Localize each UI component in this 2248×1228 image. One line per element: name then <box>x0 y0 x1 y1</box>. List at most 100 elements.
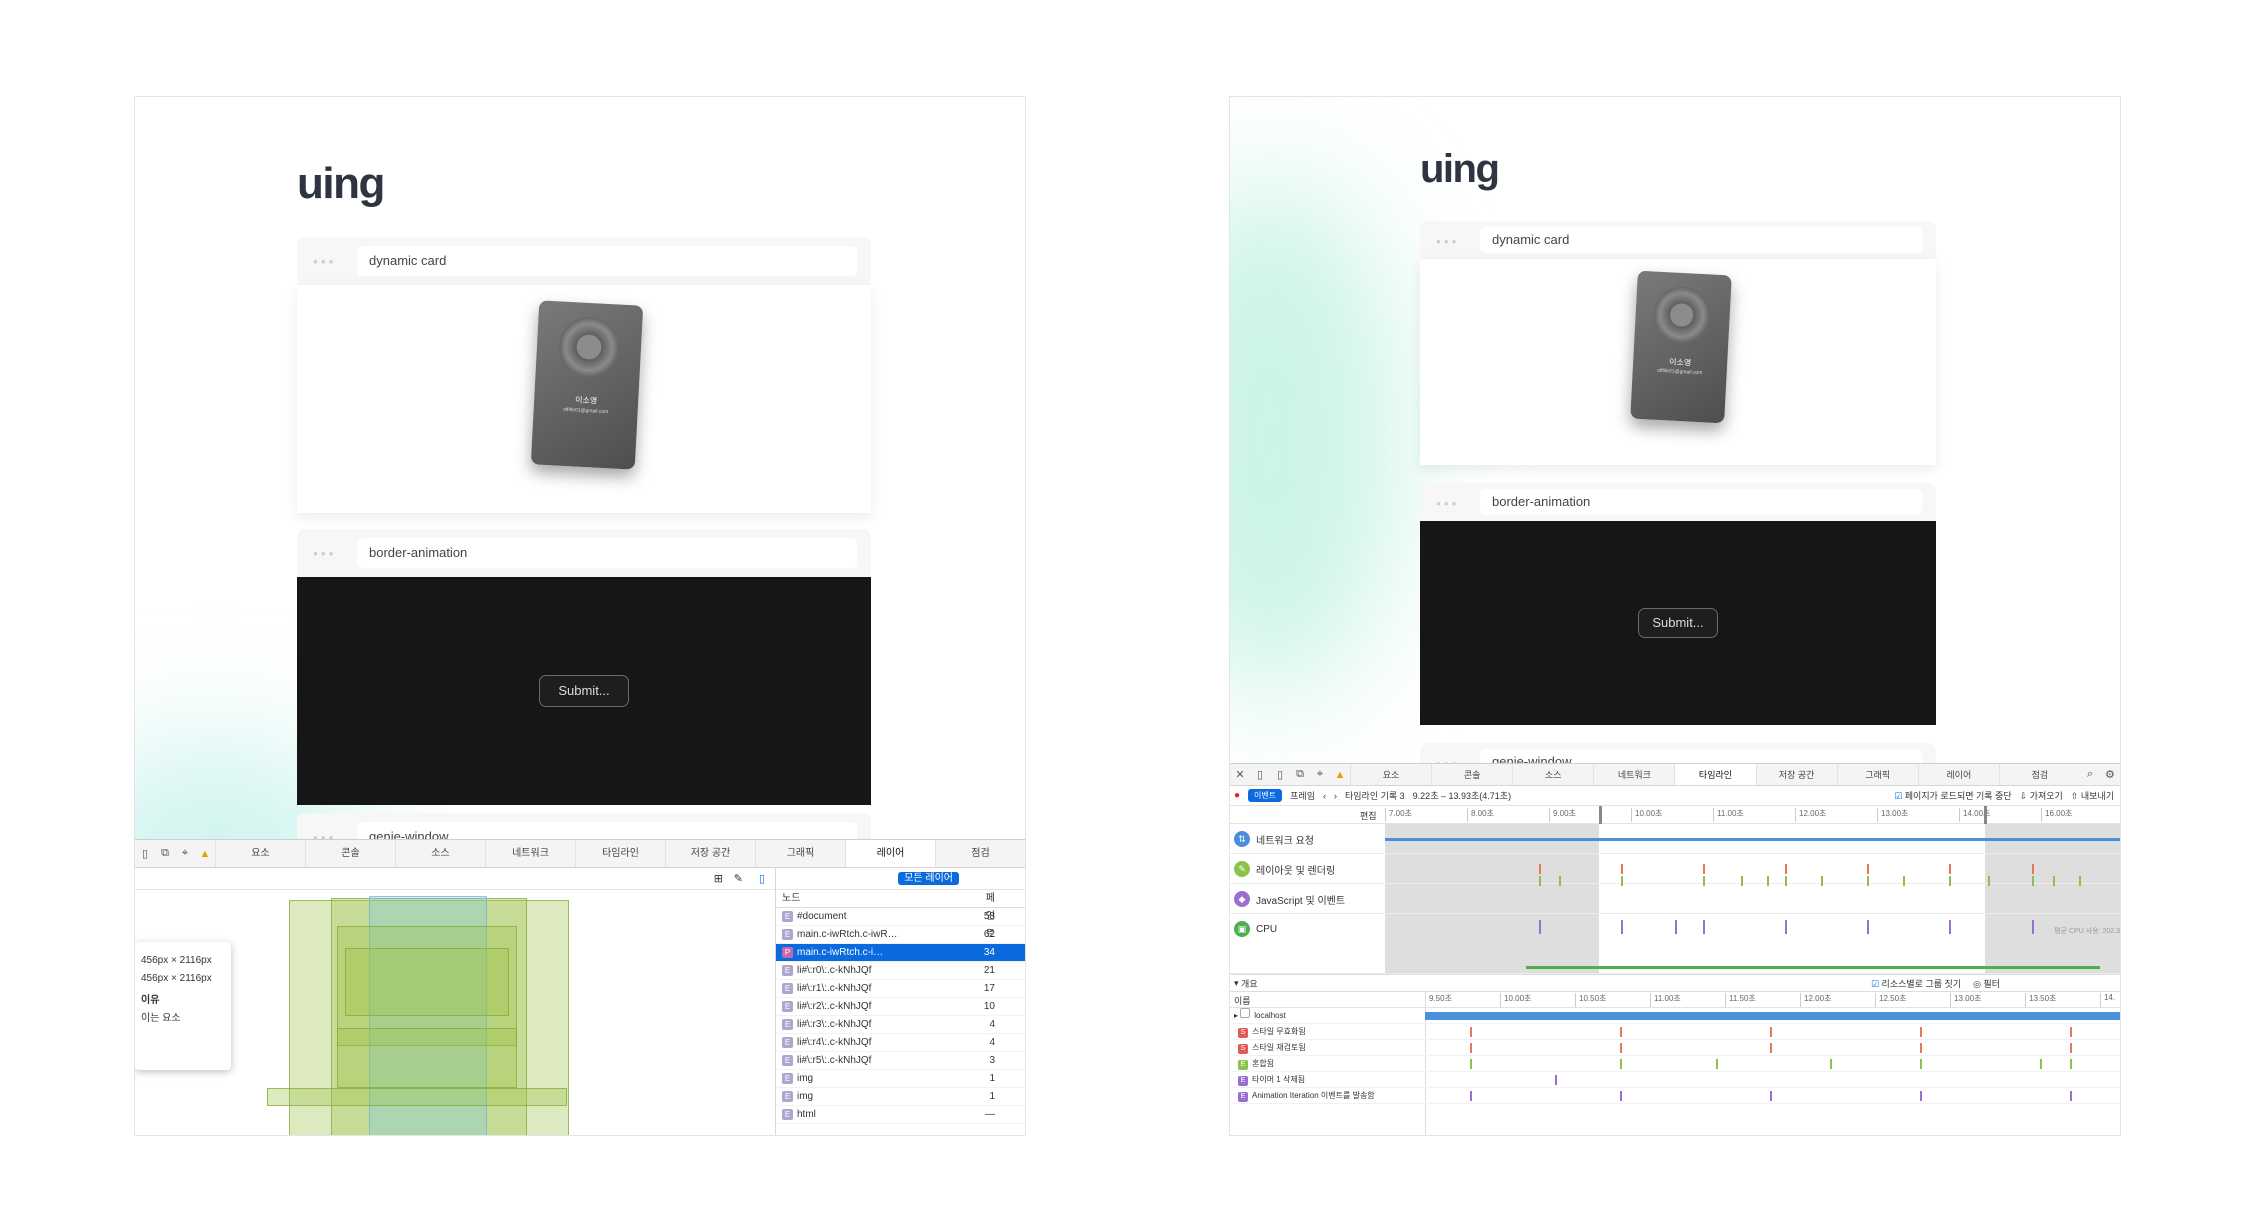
dock-icon[interactable]: ▯ <box>137 847 153 860</box>
import-button[interactable]: ⇩ 가져오기 <box>2020 789 2063 802</box>
layer-row[interactable]: Eli#\:r2\:.c-kNhJQf 10 <box>776 998 1025 1016</box>
tab-network[interactable]: 네트워크 <box>485 840 575 867</box>
timeline-category-row[interactable]: ✎ 레이아웃 및 렌더링 <box>1230 854 2120 884</box>
forward-icon[interactable]: › <box>1334 791 1337 801</box>
window-dots-icon: ●●● <box>313 257 337 266</box>
layer-node-name: li#\:r0\:.c-kNhJQf <box>797 965 872 976</box>
mode-events-button[interactable]: 이벤트 <box>1248 789 1283 802</box>
tab-timeline[interactable]: 타임라인 <box>1674 764 1756 785</box>
gear-icon[interactable]: ⚙ <box>2102 768 2118 781</box>
mode-frames-button[interactable]: 프레임 <box>1290 789 1315 802</box>
tab-timeline[interactable]: 타임라인 <box>575 840 665 867</box>
layer-type-icon: E <box>782 911 793 922</box>
tab-sources[interactable]: 소스 <box>395 840 485 867</box>
tab-audit[interactable]: 점검 <box>935 840 1025 867</box>
timeline-record-row[interactable]: ▸ localhost <box>1230 1008 2120 1024</box>
timeline-category-row[interactable]: ◆ JavaScript 및 이벤트 <box>1230 884 2120 914</box>
timeline-record-row[interactable]: E Animation Iteration 이벤트를 발송함 <box>1230 1088 2120 1104</box>
tab-layers[interactable]: 레이어 <box>845 840 935 867</box>
warning-icon[interactable]: ▲ <box>197 848 213 860</box>
tab-graphics[interactable]: 그래픽 <box>1836 764 1918 785</box>
search-icon[interactable]: ⌕ <box>2082 768 2098 781</box>
crosshair-icon[interactable]: ⌖ <box>1312 768 1328 781</box>
tab-console[interactable]: 콘솔 <box>305 840 395 867</box>
grid-icon[interactable]: ⊞ <box>714 872 723 885</box>
tab-storage[interactable]: 저장 공간 <box>1755 764 1837 785</box>
filter-button[interactable]: ◎ 필터 <box>1973 977 2000 990</box>
group-by-resource-checkbox[interactable]: ☑ 리소스별로 그룹 짓기 <box>1871 977 1961 990</box>
layer-row[interactable]: Eli#\:r4\:.c-kNhJQf 4 <box>776 1034 1025 1052</box>
layer-node: Eimg <box>776 1070 981 1087</box>
overview-label: 개요 <box>1241 978 1258 989</box>
layer-row[interactable]: Eimg 1 <box>776 1070 1025 1088</box>
tab-console[interactable]: 콘솔 <box>1431 764 1512 785</box>
collapse-icon[interactable]: ▾ <box>1234 978 1239 989</box>
export-button[interactable]: ⇧ 내보내기 <box>2071 789 2120 802</box>
timeline-record-row[interactable]: E 혼합됨 <box>1230 1056 2120 1072</box>
tab-elements[interactable]: 요소 <box>215 840 305 867</box>
event-marker <box>1559 876 1561 886</box>
event-marker <box>1920 1091 1922 1101</box>
layers-3d-view[interactable]: 456px × 2116px 456px × 2116px 이유 이는 요소 <box>135 890 775 1135</box>
event-marker <box>1620 1043 1622 1053</box>
timeline-record-row[interactable]: E 타이머 1 삭제됨 <box>1230 1072 2120 1088</box>
layer-node-name: img <box>797 1091 814 1102</box>
dock-icon[interactable]: ▯ <box>1252 768 1268 781</box>
flower-icon <box>557 315 621 379</box>
tab-elements[interactable]: 요소 <box>1350 764 1431 785</box>
col-paint[interactable]: 페인트 <box>981 890 1025 940</box>
layer-row[interactable]: E #document 58 <box>776 908 1025 926</box>
layer-row[interactable]: Emain.c-iwRtch.c-iwR… 62 <box>776 926 1025 944</box>
range-handle-left[interactable] <box>1599 806 1602 824</box>
back-icon[interactable]: ‹ <box>1323 791 1326 801</box>
col-node[interactable]: 노드 <box>776 890 981 907</box>
event-marker <box>1741 876 1743 886</box>
tab-network[interactable]: 네트워크 <box>1593 764 1674 785</box>
layer-row[interactable]: Eli#\:r0\:.c-kNhJQf 21 <box>776 962 1025 980</box>
timeline-record-row[interactable]: S 스타일 무효화됨 <box>1230 1024 2120 1040</box>
copy-icon[interactable]: ⧉ <box>157 847 173 860</box>
layer-row[interactable]: Pmain.c-iwRtch.c-i… 34 <box>776 944 1025 962</box>
tab-storage[interactable]: 저장 공간 <box>665 840 755 867</box>
event-marker <box>1620 1027 1622 1037</box>
layer-row[interactable]: Eimg 1 <box>776 1088 1025 1106</box>
timeline-overview[interactable]: ⇅ 네트워크 요청 ✎ 레이아웃 및 렌더링 ◆ JavaScript 및 이벤트 ▣ CPU… <box>1230 824 2120 974</box>
layers-table: 모든 레이어 노드 페인트 E #document 58 Emain.c-iwRtch.… <box>775 868 1025 1135</box>
stop-on-load-checkbox[interactable]: ☑ 페이지가 로드되면 기록 중단 <box>1894 789 2011 802</box>
record-icon[interactable]: ● <box>1234 790 1240 801</box>
submit-button[interactable]: Submit... <box>539 675 629 707</box>
tab-audit[interactable]: 점검 <box>1998 764 2080 785</box>
dock-right-icon[interactable]: ▯ <box>1272 768 1288 781</box>
layer-row[interactable]: Eli#\:r5\:.c-kNhJQf 3 <box>776 1052 1025 1070</box>
layer-row[interactable]: Eli#\:r3\:.c-kNhJQf 4 <box>776 1016 1025 1034</box>
edit-button[interactable]: 편집 <box>1360 809 1377 822</box>
tab-sources[interactable]: 소스 <box>1512 764 1593 785</box>
profile-card[interactable]: 이소영 offlife01@gmail.com <box>1630 270 1732 424</box>
col-name[interactable]: 이름 <box>1234 994 1251 1007</box>
warning-icon[interactable]: ▲ <box>1332 769 1348 781</box>
record-name: 혼합됨 <box>1252 1059 1275 1068</box>
range-handle-right[interactable] <box>1984 806 1987 824</box>
sidebar-icon[interactable]: ▯ <box>759 872 765 885</box>
tab-graphics[interactable]: 그래픽 <box>755 840 845 867</box>
crosshair-icon[interactable]: ⌖ <box>177 847 193 860</box>
recording-name[interactable]: 타임라인 기록 3 <box>1345 789 1405 802</box>
ruler-tick: 8.00초 <box>1467 808 1494 822</box>
ruler-tick: 11.00초 <box>1713 808 1744 822</box>
all-layers-button[interactable]: 모든 레이어 <box>898 872 959 885</box>
timeline-record-row[interactable]: S 스타일 재검토됨 <box>1230 1040 2120 1056</box>
layer-paint-count: 4 <box>989 1019 995 1030</box>
event-marker <box>1920 1043 1922 1053</box>
copy-icon[interactable]: ⧉ <box>1292 768 1308 781</box>
record-type-icon: S <box>1238 1028 1248 1038</box>
window-titlebar: ●●● border-animation <box>1420 483 1936 521</box>
submit-button[interactable]: Submit... <box>1638 608 1718 638</box>
profile-card[interactable]: 이소영 offlife01@gmail.com <box>530 300 644 470</box>
layer-row[interactable]: Eli#\:r1\:.c-kNhJQf 17 <box>776 980 1025 998</box>
pencil-icon[interactable]: ✎ <box>734 872 743 885</box>
layer-row[interactable]: Ehtml — <box>776 1106 1025 1124</box>
ruler-tick: 12.50초 <box>1875 993 1906 1007</box>
close-icon[interactable]: ✕ <box>1232 768 1248 781</box>
layer-node-name: li#\:r2\:.c-kNhJQf <box>797 1001 872 1012</box>
tab-layers[interactable]: 레이어 <box>1917 764 1999 785</box>
